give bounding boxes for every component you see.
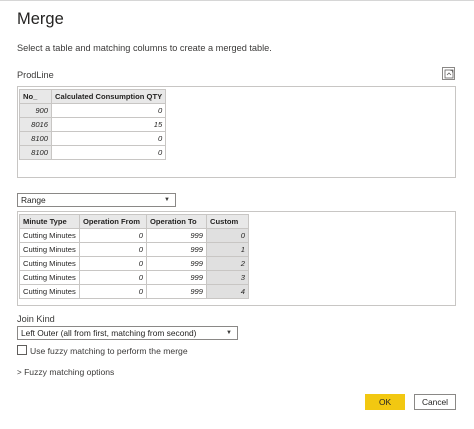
cell-custom: 3 [206,270,249,285]
preview-refresh-icon[interactable] [442,67,455,80]
cell-no: 8100 [19,131,52,146]
cancel-button[interactable]: Cancel [414,394,456,410]
column-header-operation-to[interactable]: Operation To [146,214,207,229]
cell-minute-type: Cutting Minutes [19,270,80,285]
fuzzy-options-label: Fuzzy matching options [24,367,115,377]
first-table-preview: No_ Calculated Consumption QTY 900 0 801… [17,86,456,178]
cell-minute-type: Cutting Minutes [19,228,80,243]
table-row: Cutting Minutes 0 999 3 [19,270,249,285]
cell-consumption: 0 [50,103,167,118]
fuzzy-matching-row[interactable]: Use fuzzy matching to perform the merge [17,345,188,356]
join-kind-label: Join Kind [17,314,55,324]
table-row: Cutting Minutes 0 999 1 [19,242,249,257]
second-table-grid: Minute Type Operation From Operation To … [19,214,249,299]
cell-operation-from: 0 [79,270,147,285]
first-table-header-row: No_ Calculated Consumption QTY [19,89,167,104]
chevron-down-icon: ▼ [164,197,170,203]
dialog-description: Select a table and matching columns to c… [17,43,272,53]
cell-custom: 4 [206,284,249,299]
preview-icon-glyph [444,69,454,79]
column-header-custom[interactable]: Custom [206,214,249,229]
cell-custom: 1 [206,242,249,257]
cell-operation-from: 0 [79,228,147,243]
window-top-border [0,0,474,1]
table-row: Cutting Minutes 0 999 2 [19,256,249,271]
column-header-operation-from[interactable]: Operation From [79,214,147,229]
chevron-right-icon: > [17,368,22,377]
cell-operation-to: 999 [146,242,207,257]
ok-button[interactable]: OK [365,394,405,410]
first-table-name: ProdLine [17,70,54,80]
fuzzy-options-toggle[interactable]: > Fuzzy matching options [17,367,114,377]
cell-no: 8016 [19,117,52,132]
cell-minute-type: Cutting Minutes [19,256,80,271]
cell-consumption: 0 [50,145,167,160]
table-row: 8100 0 [19,145,167,160]
column-header-calculated-consumption-qty[interactable]: Calculated Consumption QTY [50,89,167,104]
cell-custom: 2 [206,256,249,271]
cell-operation-to: 999 [146,270,207,285]
cell-operation-to: 999 [146,284,207,299]
cell-operation-from: 0 [79,256,147,271]
table-row: 8100 0 [19,131,167,146]
second-table-select-value: Range [21,195,46,205]
cell-operation-from: 0 [79,242,147,257]
fuzzy-matching-label: Use fuzzy matching to perform the merge [30,346,188,356]
join-kind-select-value: Left Outer (all from first, matching fro… [21,328,197,338]
cell-operation-from: 0 [79,284,147,299]
cell-consumption: 15 [50,117,167,132]
cell-minute-type: Cutting Minutes [19,242,80,257]
cell-custom: 0 [206,228,249,243]
cell-operation-to: 999 [146,256,207,271]
cell-no: 8100 [19,145,52,160]
second-table-select[interactable]: Range ▼ [17,193,176,207]
table-row: Cutting Minutes 0 999 0 [19,228,249,243]
cell-no: 900 [19,103,52,118]
join-kind-select[interactable]: Left Outer (all from first, matching fro… [17,326,238,340]
chevron-down-icon: ▼ [226,330,232,336]
table-row: 900 0 [19,103,167,118]
table-row: Cutting Minutes 0 999 4 [19,284,249,299]
table-row: 8016 15 [19,117,167,132]
cell-minute-type: Cutting Minutes [19,284,80,299]
column-header-minute-type[interactable]: Minute Type [19,214,80,229]
dialog-title: Merge [17,10,64,28]
fuzzy-matching-checkbox[interactable] [17,345,27,355]
second-table-preview: Minute Type Operation From Operation To … [17,211,456,306]
second-table-header-row: Minute Type Operation From Operation To … [19,214,249,229]
cell-operation-to: 999 [146,228,207,243]
first-table-grid: No_ Calculated Consumption QTY 900 0 801… [19,89,167,160]
cell-consumption: 0 [50,131,167,146]
column-header-no[interactable]: No_ [19,89,52,104]
